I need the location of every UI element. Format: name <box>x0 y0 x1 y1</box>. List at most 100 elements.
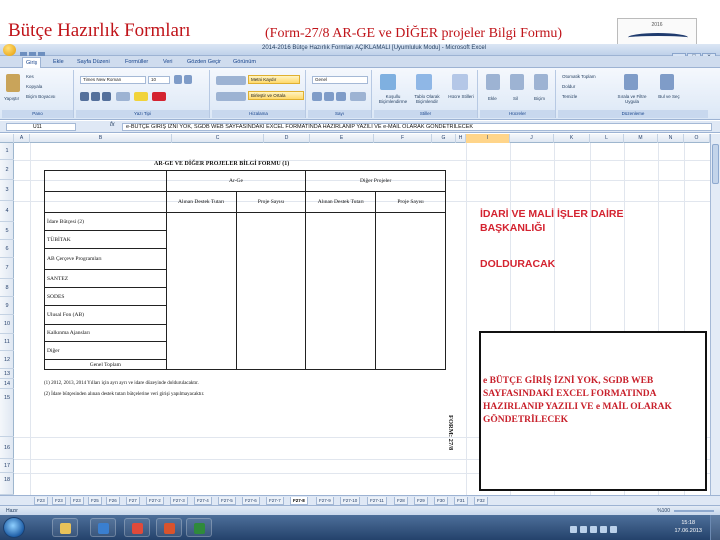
sheet-tab[interactable]: F28 <box>394 497 408 505</box>
conditional-formatting-icon[interactable] <box>380 74 396 90</box>
row-header[interactable]: 15 <box>0 389 14 437</box>
vertical-scrollbar[interactable] <box>710 134 720 495</box>
delete-cells-icon[interactable] <box>510 74 524 90</box>
tab-view[interactable]: Görünüm <box>230 57 259 68</box>
column-header[interactable]: B <box>30 134 172 143</box>
column-header[interactable]: O <box>684 134 710 143</box>
delete-cells-button[interactable]: Sil <box>513 96 518 101</box>
column-header[interactable]: J <box>510 134 554 143</box>
row-header[interactable]: 1 <box>0 143 14 160</box>
decimal-icon[interactable] <box>350 92 366 101</box>
row-label[interactable]: Ulusal Fon (AB) <box>44 305 167 325</box>
taskbar-app-media[interactable] <box>90 518 116 537</box>
tray-icon[interactable] <box>570 526 577 533</box>
grow-font-icon[interactable] <box>174 75 182 84</box>
column-label[interactable]: Proje Sayısı <box>375 191 446 213</box>
row-header[interactable]: 2 <box>0 160 14 180</box>
column-header[interactable]: N <box>658 134 684 143</box>
merge-center-button[interactable]: Birleştir ve Ortala <box>248 91 304 100</box>
insert-function-icon[interactable]: fx <box>110 122 115 128</box>
tab-page-layout[interactable]: Sayfa Düzeni <box>74 57 113 68</box>
column-header[interactable]: K <box>554 134 590 143</box>
row-header[interactable]: 16 <box>0 437 14 459</box>
sheet-tab[interactable]: F32 <box>474 497 488 505</box>
sheet-tab[interactable]: F23 <box>34 497 48 505</box>
bold-icon[interactable] <box>80 92 89 101</box>
row-header[interactable]: 5 <box>0 222 14 240</box>
sheet-tab[interactable]: F27-10 <box>340 497 361 505</box>
row-label[interactable]: SODES <box>44 287 167 306</box>
column-header[interactable]: C <box>172 134 264 143</box>
row-label[interactable]: Diğer <box>44 341 167 360</box>
scroll-thumb[interactable] <box>712 144 719 184</box>
format-painter-button[interactable]: Biçim Boyacısı <box>26 94 56 99</box>
find-select-icon[interactable] <box>660 74 674 90</box>
data-cell[interactable] <box>235 212 307 370</box>
taskbar-app-powerpoint[interactable] <box>156 518 182 537</box>
sheet-tab[interactable]: F27-9 <box>316 497 334 505</box>
row-label[interactable]: AB Çerçeve Programları <box>44 248 167 270</box>
data-cell[interactable] <box>305 212 377 370</box>
find-select-button[interactable]: Bul ve Seç <box>654 94 684 99</box>
tab-home[interactable]: Giriş <box>22 57 42 68</box>
sheet-tab[interactable]: F27 <box>126 497 140 505</box>
volume-icon[interactable] <box>600 526 607 533</box>
sheet-tab[interactable]: F23 <box>70 497 84 505</box>
taskbar-app-excel[interactable] <box>186 518 212 537</box>
row-header[interactable]: 12 <box>0 351 14 369</box>
italic-icon[interactable] <box>91 92 100 101</box>
format-as-table-icon[interactable] <box>416 74 432 90</box>
column-header[interactable]: H <box>456 134 466 143</box>
autosum-button[interactable]: Otomatik Toplam <box>562 74 596 79</box>
row-label[interactable]: SANTEZ <box>44 269 167 288</box>
cell-styles-button[interactable]: Hücre Stilleri <box>446 94 476 99</box>
start-button[interactable] <box>3 517 25 538</box>
font-name-select[interactable]: Times New Roman <box>80 76 146 84</box>
row-header[interactable]: 9 <box>0 297 14 315</box>
sheet-tab[interactable]: F27-11 <box>367 497 387 505</box>
table-blank-cell[interactable] <box>44 191 167 213</box>
column-label[interactable]: Alınan Destek Tutarı <box>165 191 237 213</box>
column-header[interactable]: D <box>264 134 310 143</box>
tab-data[interactable]: Veri <box>160 57 175 68</box>
worksheet[interactable]: AR-GE VE DİĞER PROJELER BİLGİ FORMU (1) … <box>14 143 710 495</box>
column-header-selected[interactable]: I <box>466 134 510 143</box>
cell-styles-icon[interactable] <box>452 74 468 90</box>
network-icon[interactable] <box>610 526 617 533</box>
sheet-tab[interactable]: F26 <box>106 497 120 505</box>
wrap-text-button[interactable]: Metni Kaydır <box>248 75 300 84</box>
tab-review[interactable]: Gözden Geçir <box>184 57 224 68</box>
sheet-tab[interactable]: F27-5 <box>218 497 236 505</box>
row-header[interactable]: 11 <box>0 334 14 351</box>
data-cell[interactable] <box>375 212 446 370</box>
sheet-tab[interactable]: F23 <box>52 497 66 505</box>
number-format-select[interactable]: Genel <box>312 76 368 84</box>
column-header[interactable]: G <box>432 134 456 143</box>
row-header[interactable]: 17 <box>0 459 14 473</box>
align-top-icon[interactable] <box>216 76 246 85</box>
tray-icon[interactable] <box>580 526 587 533</box>
column-label[interactable]: Alınan Destek Tutarı <box>305 191 377 213</box>
row-header[interactable]: 8 <box>0 279 14 297</box>
tab-formulas[interactable]: Formüller <box>122 57 151 68</box>
row-header[interactable]: 14 <box>0 379 14 389</box>
name-box[interactable]: U11 <box>6 123 76 131</box>
format-cells-icon[interactable] <box>534 74 548 90</box>
taskbar-app-explorer[interactable] <box>52 518 78 537</box>
sheet-tab[interactable]: F29 <box>414 497 428 505</box>
taskbar-app-chrome[interactable] <box>124 518 150 537</box>
taskbar-clock[interactable]: 15:18 17.06.2013 <box>674 519 702 535</box>
column-header[interactable]: M <box>624 134 658 143</box>
row-header[interactable]: 18 <box>0 473 14 495</box>
row-label[interactable]: İdare Bütçesi (2) <box>44 212 167 231</box>
tab-insert[interactable]: Ekle <box>50 57 67 68</box>
fill-color-icon[interactable] <box>134 92 148 101</box>
row-header[interactable]: 10 <box>0 315 14 334</box>
insert-cells-button[interactable]: Ekle <box>488 96 497 101</box>
sheet-tab[interactable]: F25 <box>88 497 102 505</box>
sheet-tab[interactable]: F31 <box>454 497 468 505</box>
format-cells-button[interactable]: Biçim <box>534 96 545 101</box>
group-header-arge[interactable]: Ar-Ge <box>165 170 307 192</box>
row-header[interactable]: 13 <box>0 369 14 379</box>
office-button-icon[interactable] <box>3 44 16 56</box>
